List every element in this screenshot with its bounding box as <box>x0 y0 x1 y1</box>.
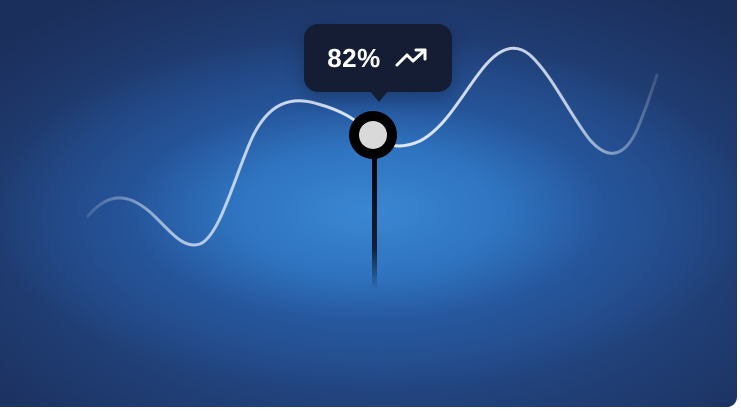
trending-up-icon <box>395 48 427 67</box>
focus-marker-inner <box>359 121 387 149</box>
tooltip-value: 82% <box>327 42 381 73</box>
chart-card: 82% <box>0 0 737 407</box>
focus-stem <box>372 150 377 290</box>
value-tooltip: 82% <box>304 24 452 102</box>
